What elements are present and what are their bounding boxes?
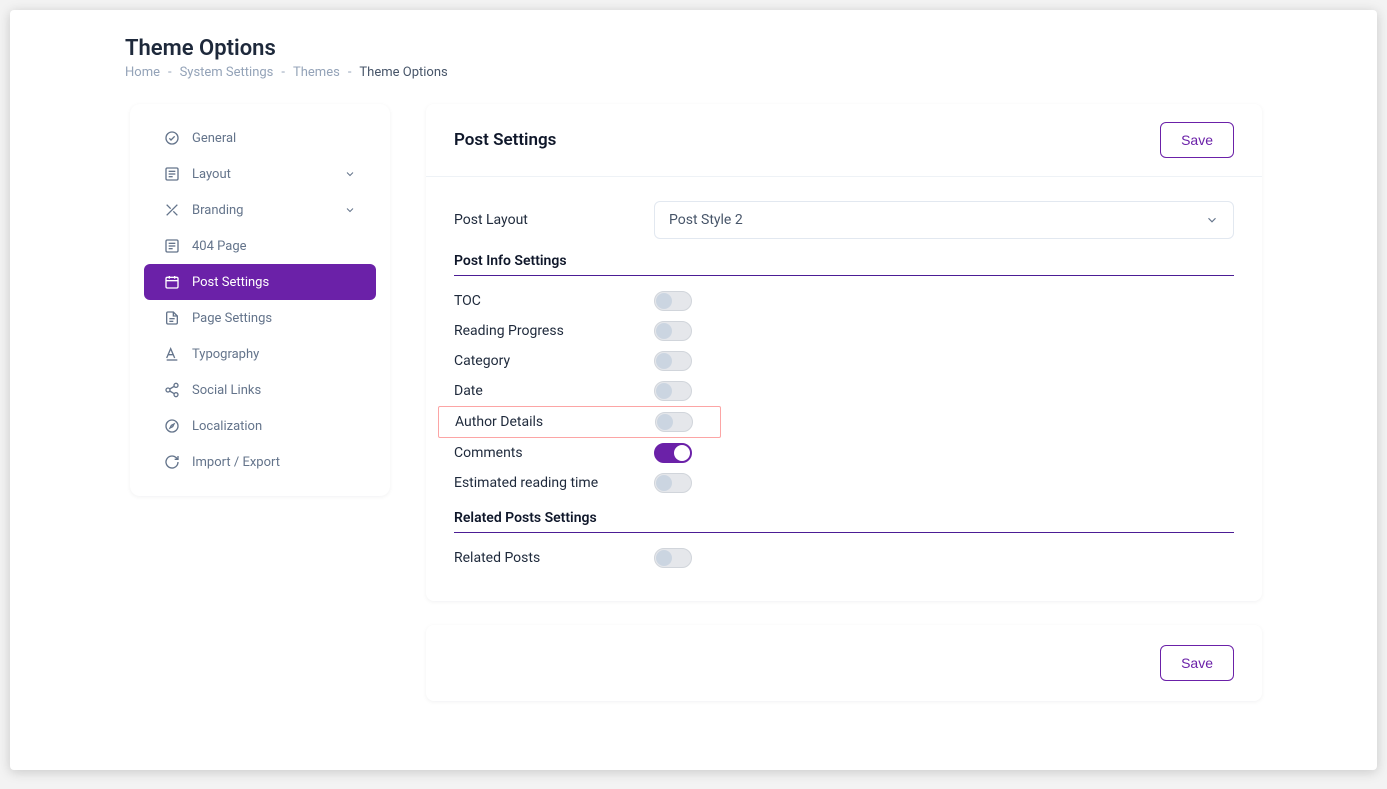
footer-card: Save <box>426 625 1262 701</box>
related-posts-section-title: Related Posts Settings <box>454 510 1234 533</box>
refresh-icon <box>164 454 180 470</box>
typography-icon <box>164 346 180 362</box>
sidebar-item-label: Localization <box>192 419 356 434</box>
breadcrumb-themes[interactable]: Themes <box>293 65 340 80</box>
sidebar-item-branding[interactable]: Branding <box>144 192 376 228</box>
share-icon <box>164 382 180 398</box>
toggle-toc[interactable] <box>654 291 692 311</box>
check-circle-icon <box>164 130 180 146</box>
breadcrumb-home[interactable]: Home <box>125 65 160 80</box>
breadcrumb-sep: - <box>348 65 352 80</box>
toggle-row-category: Category <box>454 346 1234 376</box>
sidebar-item-import-export[interactable]: Import / Export <box>144 444 376 480</box>
sidebar-item-label: Branding <box>192 203 332 218</box>
save-button-top[interactable]: Save <box>1160 122 1234 158</box>
sidebar-item-label: Post Settings <box>192 275 356 290</box>
page-icon <box>164 238 180 254</box>
toggle-label: Date <box>454 383 654 399</box>
toggle-comments[interactable] <box>654 443 692 463</box>
settings-card: Post Settings Save Post Layout Post Styl… <box>426 104 1262 601</box>
save-button-bottom[interactable]: Save <box>1160 645 1234 681</box>
sidebar-item-label: Social Links <box>192 383 356 398</box>
sidebar-item-label: Typography <box>192 347 356 362</box>
chevron-down-icon <box>344 168 356 180</box>
breadcrumb-current: Theme Options <box>359 65 447 80</box>
app-frame: Theme Options Home - System Settings - T… <box>10 10 1377 770</box>
content-row: General Layout Branding <box>10 80 1377 725</box>
branding-icon <box>164 202 180 218</box>
toggle-row-date: Date <box>454 376 1234 406</box>
toggle-row-comments: Comments <box>454 438 1234 468</box>
calendar-post-icon <box>164 274 180 290</box>
toggle-row-toc: TOC <box>454 286 1234 316</box>
toggle-label: Reading Progress <box>454 323 654 339</box>
toggle-estimated-reading-time[interactable] <box>654 473 692 493</box>
page-title: Theme Options <box>125 36 1377 61</box>
toggle-label: Related Posts <box>454 550 654 566</box>
sidebar-item-social-links[interactable]: Social Links <box>144 372 376 408</box>
compass-icon <box>164 418 180 434</box>
breadcrumb: Home - System Settings - Themes - Theme … <box>125 65 1377 80</box>
toggle-row-related-posts: Related Posts <box>454 543 1234 573</box>
layout-icon <box>164 166 180 182</box>
card-body: Post Layout Post Style 2 Post Info Setti… <box>426 177 1262 601</box>
sidebar-item-typography[interactable]: Typography <box>144 336 376 372</box>
card-title: Post Settings <box>454 130 556 150</box>
sidebar: General Layout Branding <box>130 104 390 496</box>
post-layout-select[interactable]: Post Style 2 <box>654 201 1234 239</box>
sidebar-item-page-settings[interactable]: Page Settings <box>144 300 376 336</box>
sidebar-item-label: Import / Export <box>192 455 356 470</box>
toggle-date[interactable] <box>654 381 692 401</box>
breadcrumb-system-settings[interactable]: System Settings <box>180 65 274 80</box>
sidebar-item-layout[interactable]: Layout <box>144 156 376 192</box>
card-footer: Save <box>426 625 1262 701</box>
sidebar-item-label: Layout <box>192 167 332 182</box>
file-icon <box>164 310 180 326</box>
toggle-row-estimated-reading-time: Estimated reading time <box>454 468 1234 498</box>
toggle-label: Estimated reading time <box>454 475 654 491</box>
sidebar-item-label: Page Settings <box>192 311 356 326</box>
toggle-author-details[interactable] <box>655 412 693 432</box>
chevron-down-icon <box>1205 213 1219 227</box>
toggle-row-author-details: Author Details <box>438 406 721 438</box>
post-layout-row: Post Layout Post Style 2 <box>454 201 1234 239</box>
chevron-down-icon <box>344 204 356 216</box>
toggle-label: Author Details <box>455 414 655 430</box>
toggle-category[interactable] <box>654 351 692 371</box>
card-header: Post Settings Save <box>426 104 1262 177</box>
sidebar-item-localization[interactable]: Localization <box>144 408 376 444</box>
toggle-row-reading-progress: Reading Progress <box>454 316 1234 346</box>
breadcrumb-sep: - <box>281 65 285 80</box>
sidebar-item-general[interactable]: General <box>144 120 376 156</box>
sidebar-item-404-page[interactable]: 404 Page <box>144 228 376 264</box>
select-value: Post Style 2 <box>669 212 743 228</box>
main-panel: Post Settings Save Post Layout Post Styl… <box>426 104 1262 725</box>
toggle-reading-progress[interactable] <box>654 321 692 341</box>
sidebar-item-label: General <box>192 131 356 146</box>
post-info-section-title: Post Info Settings <box>454 253 1234 276</box>
toggle-label: Category <box>454 353 654 369</box>
toggle-label: Comments <box>454 445 654 461</box>
toggle-related-posts[interactable] <box>654 548 692 568</box>
breadcrumb-sep: - <box>168 65 172 80</box>
sidebar-item-label: 404 Page <box>192 239 356 254</box>
toggle-label: TOC <box>454 293 654 309</box>
page-header: Theme Options Home - System Settings - T… <box>10 10 1377 80</box>
post-layout-label: Post Layout <box>454 212 654 228</box>
sidebar-item-post-settings[interactable]: Post Settings <box>144 264 376 300</box>
